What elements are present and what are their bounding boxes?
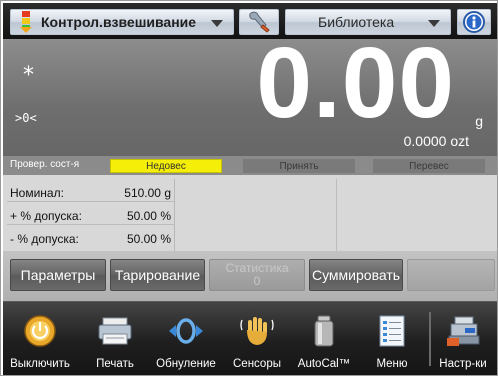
parameter-row-plus-tolerance: + % допуска: 50.00 % xyxy=(7,206,175,225)
zone-under: Недовес xyxy=(110,159,222,173)
main-weight-value: 0.00 xyxy=(256,27,455,139)
parameter-value: 510.00 g xyxy=(124,186,171,200)
parameter-list: Номинал: 510.00 g + % допуска: 50.00 % -… xyxy=(7,179,175,251)
info-button[interactable] xyxy=(457,9,491,35)
zero-icon xyxy=(169,318,203,344)
parameters-button[interactable]: Параметры xyxy=(10,259,106,291)
application-label: Контрол.взвешивание xyxy=(41,14,197,30)
statistics-button[interactable]: Статистика 0 xyxy=(209,259,305,291)
balance-screen: Контрол.взвешивание Библиотека * >0< 0.0… xyxy=(0,0,498,376)
parameter-label: + % допуска: xyxy=(10,209,82,223)
parameter-value: 50.00 % xyxy=(126,232,171,246)
dock-label: Настр-ки xyxy=(439,358,487,370)
center-of-zero-indicator: >0< xyxy=(15,111,37,125)
weight-display: * >0< 0.00 g 0.0000 ozt xyxy=(3,33,497,156)
zone-accept: Принять xyxy=(243,159,355,173)
checkweigh-app-icon xyxy=(20,11,32,33)
menu-button[interactable]: Меню xyxy=(357,304,427,374)
chevron-down-icon xyxy=(428,20,440,27)
dock-label: Выключить xyxy=(10,358,70,370)
main-weight-unit: g xyxy=(475,113,483,129)
calibration-weight-icon xyxy=(314,315,334,347)
parameter-label: - % допуска: xyxy=(10,232,79,246)
blank-function-button xyxy=(407,259,495,291)
power-off-button[interactable]: Выключить xyxy=(5,304,75,374)
sensors-button[interactable]: Сенсоры xyxy=(222,304,292,374)
secondary-weight-value: 0.0000 ozt xyxy=(403,133,469,149)
empty-panel-right xyxy=(337,179,497,251)
hand-sensor-icon xyxy=(240,317,274,345)
zone-over: Перевес xyxy=(373,159,485,173)
dock-label: AutoCal™ xyxy=(297,358,351,370)
parameter-value: 50.00 % xyxy=(126,209,171,223)
tare-button[interactable]: Тарирование xyxy=(110,259,205,291)
setup-scale-icon xyxy=(447,316,480,346)
check-status-bar: Провер. сост-я Недовес Принять Перевес xyxy=(3,156,497,175)
statistics-count: 0 xyxy=(253,274,261,288)
print-button[interactable]: Печать xyxy=(80,304,150,374)
parameter-row-minus-tolerance: - % допуска: 50.00 % xyxy=(7,229,175,248)
power-icon xyxy=(24,315,56,347)
info-icon xyxy=(463,11,485,33)
stability-indicator: * xyxy=(23,63,34,88)
function-button-row: Параметры Тарирование Статистика 0 Сумми… xyxy=(3,251,497,301)
setup-button[interactable]: Настр-ки xyxy=(431,304,495,374)
parameter-label: Номинал: xyxy=(10,186,64,200)
application-selector[interactable]: Контрол.взвешивание xyxy=(10,9,234,35)
printer-icon xyxy=(98,317,132,345)
menu-list-icon xyxy=(379,315,405,347)
dock-label: Печать xyxy=(96,358,134,370)
bottom-dock: Выключить Печать Обнуление Сенсоры AutoC… xyxy=(3,301,497,375)
chevron-down-icon xyxy=(211,20,223,27)
zero-button[interactable]: Обнуление xyxy=(151,304,221,374)
accumulate-button[interactable]: Суммировать xyxy=(309,259,403,291)
parameter-row-nominal: Номинал: 510.00 g xyxy=(7,183,175,202)
reference-panel: Номинал: 510.00 g + % допуска: 50.00 % -… xyxy=(3,175,497,251)
empty-panel-middle xyxy=(175,179,337,251)
dock-label: Сенсоры xyxy=(233,358,281,370)
check-status-label: Провер. сост-я xyxy=(10,159,80,170)
dock-label: Меню xyxy=(376,358,408,370)
dock-label: Обнуление xyxy=(156,358,216,370)
autocal-button[interactable]: AutoCal™ xyxy=(289,304,359,374)
